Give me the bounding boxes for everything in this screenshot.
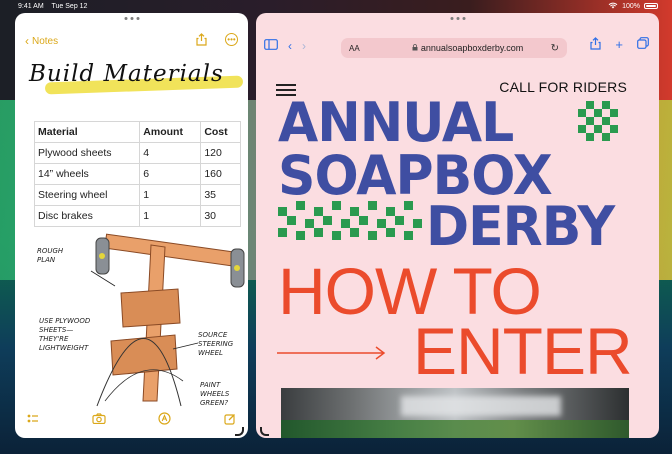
status-date: Tue Sep 12 xyxy=(51,2,88,10)
new-tab-icon[interactable]: + xyxy=(615,37,623,53)
notes-back-button[interactable]: ‹ Notes xyxy=(25,35,58,47)
checker-graphic-top xyxy=(578,101,618,141)
notes-toolbar: ‹ Notes ••• xyxy=(15,31,248,51)
sketch-label-steering: SOURCE STEERING WHEEL xyxy=(198,331,234,357)
materials-table[interactable]: Material Amount Cost Plywood sheets 4 12… xyxy=(33,121,241,227)
share-icon[interactable] xyxy=(196,33,207,49)
headline-annual: ANNUAL xyxy=(278,91,514,155)
table-cell[interactable]: 160 xyxy=(200,163,241,185)
back-icon[interactable]: ‹ xyxy=(288,39,292,53)
cart-sketch[interactable]: ROUGH PLAN USE PLYWOOD SHEETS—THEY'RE LI… xyxy=(33,231,248,411)
compose-icon[interactable] xyxy=(224,413,236,428)
table-cell[interactable]: Disc brakes xyxy=(33,205,141,227)
arrow-right-icon xyxy=(277,346,386,360)
resize-handle-safari[interactable] xyxy=(260,427,269,436)
lock-icon xyxy=(412,43,421,53)
tabs-overview-icon[interactable] xyxy=(637,37,649,53)
address-bar[interactable]: AA annualsoapboxderby.com ↻ xyxy=(341,38,567,58)
table-row: Disc brakes 1 30 xyxy=(33,205,241,227)
photo-blur xyxy=(401,396,561,416)
window-grabber-notes[interactable] xyxy=(124,17,139,20)
url-text[interactable]: annualsoapboxderby.com xyxy=(385,43,551,53)
notes-back-label: Notes xyxy=(32,35,59,47)
table-header-cell: Material xyxy=(33,121,141,143)
url-label: annualsoapboxderby.com xyxy=(420,43,524,53)
headline-derby: DERBY xyxy=(426,195,615,259)
table-header-cell: Cost xyxy=(200,121,241,143)
table-cell[interactable]: 4 xyxy=(139,142,202,164)
table-header-cell: Amount xyxy=(139,121,202,143)
wifi-icon xyxy=(608,2,618,11)
reload-icon[interactable]: ↻ xyxy=(551,43,559,54)
resize-handle-notes[interactable] xyxy=(235,427,244,436)
notes-bottom-toolbar xyxy=(15,412,248,428)
more-icon[interactable]: ••• xyxy=(225,33,238,46)
sketch-label-paint: PAINT WHEELS GREEN? xyxy=(200,381,230,407)
window-grabber-safari[interactable] xyxy=(450,17,465,20)
safari-actions: + xyxy=(590,37,649,53)
subhead-enter[interactable]: ENTER xyxy=(413,318,633,384)
sidebar-icon[interactable] xyxy=(264,39,278,53)
forward-icon[interactable]: › xyxy=(302,39,306,53)
checker-graphic-bottom xyxy=(278,201,422,240)
share-icon[interactable] xyxy=(590,37,602,53)
table-cell[interactable]: 1 xyxy=(139,205,202,227)
table-cell[interactable]: Steering wheel xyxy=(33,184,141,206)
table-cell[interactable]: 30 xyxy=(200,205,241,227)
table-row: Steering wheel 1 35 xyxy=(33,184,241,206)
chevron-left-icon: ‹ xyxy=(25,34,29,48)
checklist-icon[interactable] xyxy=(27,413,39,428)
table-cell[interactable]: 6 xyxy=(139,163,202,185)
table-row: 14” wheels 6 160 xyxy=(33,163,241,185)
safari-window: ‹ › AA annualsoapboxderby.com ↻ + CALL F… xyxy=(256,13,659,438)
reader-button[interactable]: AA xyxy=(349,44,385,53)
status-bar: 9:41 AM Tue Sep 12 100% xyxy=(0,0,672,12)
note-title[interactable]: Build Materials xyxy=(29,61,224,87)
photo-grass xyxy=(281,420,629,438)
table-header-row: Material Amount Cost xyxy=(33,121,241,143)
table-cell[interactable]: Plywood sheets xyxy=(33,142,141,164)
table-cell[interactable]: 14” wheels xyxy=(33,163,141,185)
sketch-label-rough-plan: ROUGH PLAN xyxy=(37,247,64,264)
hero-photo xyxy=(281,388,629,438)
camera-icon[interactable] xyxy=(92,413,106,427)
battery-icon xyxy=(644,3,658,9)
sketch-label-plywood: USE PLYWOOD SHEETS—THEY'RE LIGHTWEIGHT xyxy=(39,317,91,352)
table-row: Plywood sheets 4 120 xyxy=(33,142,241,164)
status-time: 9:41 AM xyxy=(18,2,44,10)
call-for-riders-link[interactable]: CALL FOR RIDERS xyxy=(499,79,627,95)
table-cell[interactable]: 120 xyxy=(200,142,241,164)
battery-percent: 100% xyxy=(622,2,640,10)
table-cell[interactable]: 1 xyxy=(139,184,202,206)
markup-icon[interactable] xyxy=(158,412,171,428)
notes-window: ‹ Notes ••• Build Materials Material Amo… xyxy=(15,13,248,438)
table-cell[interactable]: 35 xyxy=(200,184,241,206)
